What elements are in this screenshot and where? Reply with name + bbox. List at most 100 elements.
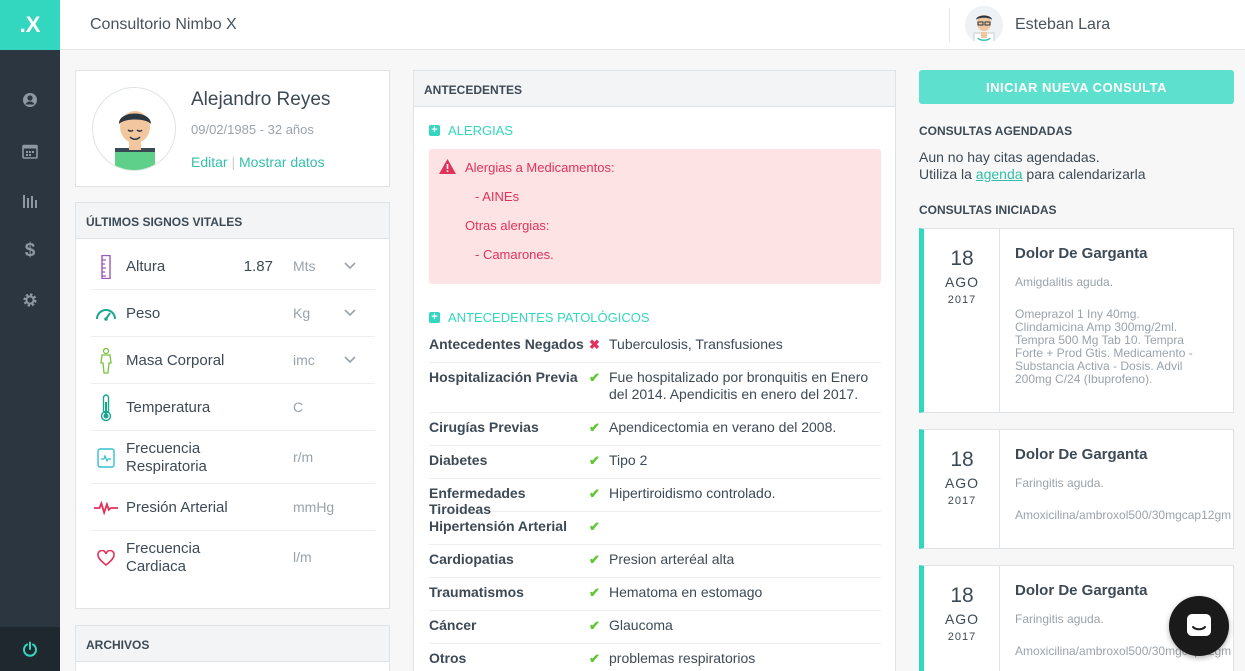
allergies-section-title[interactable]: + ALERGIAS [429, 123, 513, 138]
chevron-down-icon[interactable] [344, 257, 356, 275]
body-icon [94, 347, 118, 374]
user-name[interactable]: Esteban Lara [1015, 16, 1110, 34]
app-logo[interactable]: .X [0, 0, 60, 50]
consult-card[interactable]: 18 AGO 2017 Dolor De Garganta Amigdalitis ag… [919, 228, 1234, 413]
nav-stats-icon[interactable] [0, 186, 60, 216]
history-label: Hospitalización Previa [429, 369, 578, 385]
consult-day: 18 [950, 584, 974, 607]
patient-dob-age: 09/02/1985 - 32 años [191, 122, 314, 137]
agenda-link[interactable]: agenda [976, 166, 1023, 182]
vital-label: Peso [126, 304, 161, 322]
vital-row: Frecuencia Cardiaca l/m [91, 531, 375, 584]
nav-patients-icon[interactable] [0, 85, 60, 115]
history-row: Hipertensión Arterial ✔ [429, 512, 881, 545]
nav-billing-icon[interactable]: $ [0, 236, 60, 266]
vital-value: 1.87 [243, 257, 273, 275]
user-avatar[interactable] [965, 6, 1003, 44]
history-label: Diabetes [429, 452, 488, 468]
no-appts-hint: Utiliza la agenda para calendarizarla [919, 166, 1145, 183]
check-icon: ✔ [589, 453, 600, 468]
scale-icon [94, 302, 118, 326]
history-row: Cáncer ✔ Glaucoma [429, 611, 881, 644]
nav-calendar-icon[interactable] [0, 136, 60, 166]
vital-unit: C [293, 398, 304, 415]
allergy-med-title: Alergias a Medicamentos: [465, 160, 615, 175]
allergies-title: ALERGIAS [448, 123, 514, 138]
consult-year: 2017 [947, 495, 977, 507]
consult-year: 2017 [947, 294, 977, 306]
nav-settings-icon[interactable] [0, 285, 60, 315]
chevron-down-icon[interactable] [344, 304, 356, 322]
chat-icon[interactable] [1169, 596, 1229, 656]
check-icon: ✔ [589, 486, 600, 501]
consult-month: AGO [944, 274, 980, 290]
history-value: Glaucoma [609, 617, 673, 633]
link-separator: | [231, 154, 236, 170]
vital-unit: mmHg [293, 498, 335, 515]
clinic-name: Consultorio Nimbo X [90, 16, 237, 33]
allergy-alert: Alergias a Medicamentos: - AINEs Otras a… [429, 149, 881, 284]
chevron-down-icon[interactable] [344, 351, 356, 369]
no-appts-post: para calendarizarla [1026, 166, 1146, 182]
lungs-monitor-icon [94, 446, 118, 470]
vital-label: Frecuencia Cardiaca [126, 539, 201, 575]
consult-month: AGO [944, 475, 980, 491]
vital-row: Peso Kg [91, 290, 375, 337]
power-icon[interactable] [0, 627, 60, 671]
check-icon: ✔ [589, 552, 600, 567]
new-consult-button[interactable]: INICIAR NUEVA CONSULTA [919, 70, 1234, 104]
vital-row: Altura 1.87 Mts [91, 243, 375, 290]
history-row: Antecedentes Negados ✖ Tuberculosis, Trans… [429, 330, 881, 363]
consult-date: 18 AGO 2017 [924, 229, 1000, 412]
consult-title: Dolor De Garganta [1015, 446, 1148, 463]
history-label: Antecedentes Negados [429, 336, 584, 352]
history-value: Tuberculosis, Transfusiones [609, 336, 783, 352]
consult-date: 18 AGO 2017 [924, 566, 1000, 671]
ruler-icon [94, 254, 118, 279]
history-row: Cirugías Previas ✔ Apendicectomia en veran… [429, 413, 881, 446]
history-title: Antecedentes [414, 71, 895, 107]
vital-label: Masa Corporal [126, 351, 225, 369]
consult-diagnosis: Faringitis aguda. [1015, 476, 1104, 490]
files-card: Archivos [75, 625, 390, 671]
consult-rx-line: Amoxicilina/ambroxol500/30mgcap12gm [1015, 508, 1232, 522]
patient-name: Alejandro Reyes [191, 89, 331, 110]
patient-avatar [92, 87, 176, 171]
consult-day: 18 [950, 247, 974, 270]
sidebar: .X $ [0, 0, 60, 671]
plus-icon: + [429, 312, 440, 323]
allergy-med-item: - AINEs [475, 189, 520, 204]
patient-card: Alejandro Reyes 09/02/1985 - 32 años Edi… [75, 70, 390, 187]
consult-title: Dolor De Garganta [1015, 582, 1148, 599]
history-value: Fue hospitalizado por bronquitis en Ener… [609, 369, 869, 402]
no-appts-line: Aun no hay citas agendadas. [919, 149, 1100, 165]
no-appts-pre: Utiliza la [919, 166, 972, 182]
pathological-section-title[interactable]: + ANTECEDENTES PATOLÓGICOS [429, 310, 650, 325]
cross-icon: ✖ [589, 337, 600, 352]
check-icon: ✔ [589, 519, 600, 534]
check-icon: ✔ [589, 420, 600, 435]
vital-label: Temperatura [126, 398, 211, 416]
history-value: Hematoma en estomago [609, 584, 763, 600]
history-label: Cáncer [429, 617, 477, 633]
thermometer-icon [94, 393, 118, 421]
consult-diagnosis: Amigdalitis aguda. [1015, 275, 1114, 289]
consult-card[interactable]: 18 AGO 2017 Dolor De Garganta Faringitis agu… [919, 429, 1234, 549]
allergy-other-title: Otras alergias: [465, 218, 550, 233]
vital-label: Frecuencia Respiratoria [126, 439, 207, 475]
consult-day: 18 [950, 448, 974, 471]
show-data-link[interactable]: Mostrar datos [239, 154, 325, 170]
vital-unit: Mts [293, 257, 316, 274]
vital-unit: l/m [293, 548, 312, 565]
history-row: Diabetes ✔ Tipo 2 [429, 446, 881, 479]
history-row: Traumatismos ✔ Hematoma en estomago [429, 578, 881, 611]
history-value: Hipertiroidismo controlado. [609, 485, 776, 501]
no-appointments-message: Aun no hay citas agendadas. Utiliza la a… [919, 149, 1145, 183]
history-label: Cirugías Previas [429, 419, 539, 435]
consult-date: 18 AGO 2017 [924, 430, 1000, 548]
vital-unit: Kg [293, 304, 311, 321]
edit-patient-link[interactable]: Editar [191, 154, 228, 170]
vital-row: Masa Corporal imc [91, 337, 375, 384]
history-value: Apendicectomia en verano del 2008. [609, 419, 837, 435]
check-icon: ✔ [589, 370, 600, 385]
